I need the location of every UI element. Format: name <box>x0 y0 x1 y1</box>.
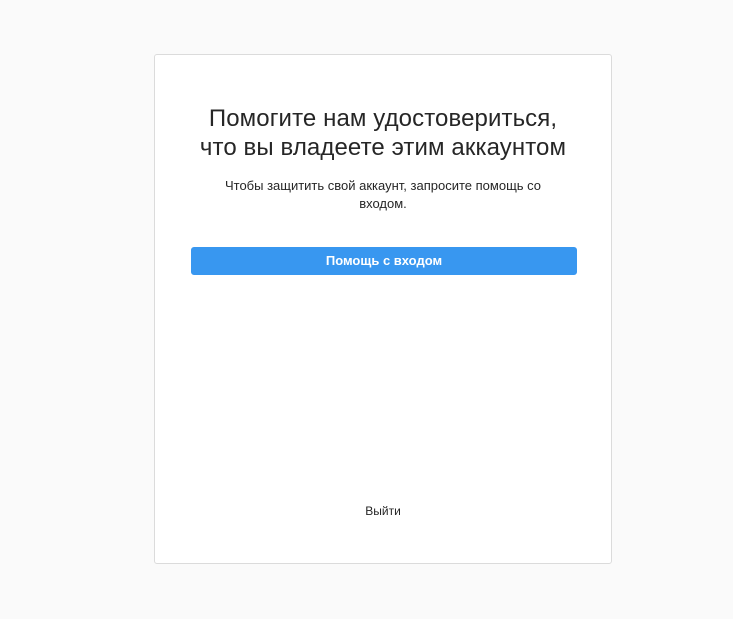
subtitle-text: Чтобы защитить свой аккаунт, запросите п… <box>224 178 542 211</box>
title-line-2: что вы владеете этим аккаунтом <box>199 134 567 161</box>
page: Помогите нам удостовериться, что вы влад… <box>0 0 733 619</box>
title-line-1: Помогите нам удостовериться, <box>208 105 558 132</box>
verification-card: Помогите нам удостовериться, что вы влад… <box>154 54 612 564</box>
logout-link[interactable]: Выйти <box>155 503 611 519</box>
page-title: Помогите нам удостовериться, что вы влад… <box>155 104 611 162</box>
login-help-button[interactable]: Помощь с входом <box>191 247 577 275</box>
